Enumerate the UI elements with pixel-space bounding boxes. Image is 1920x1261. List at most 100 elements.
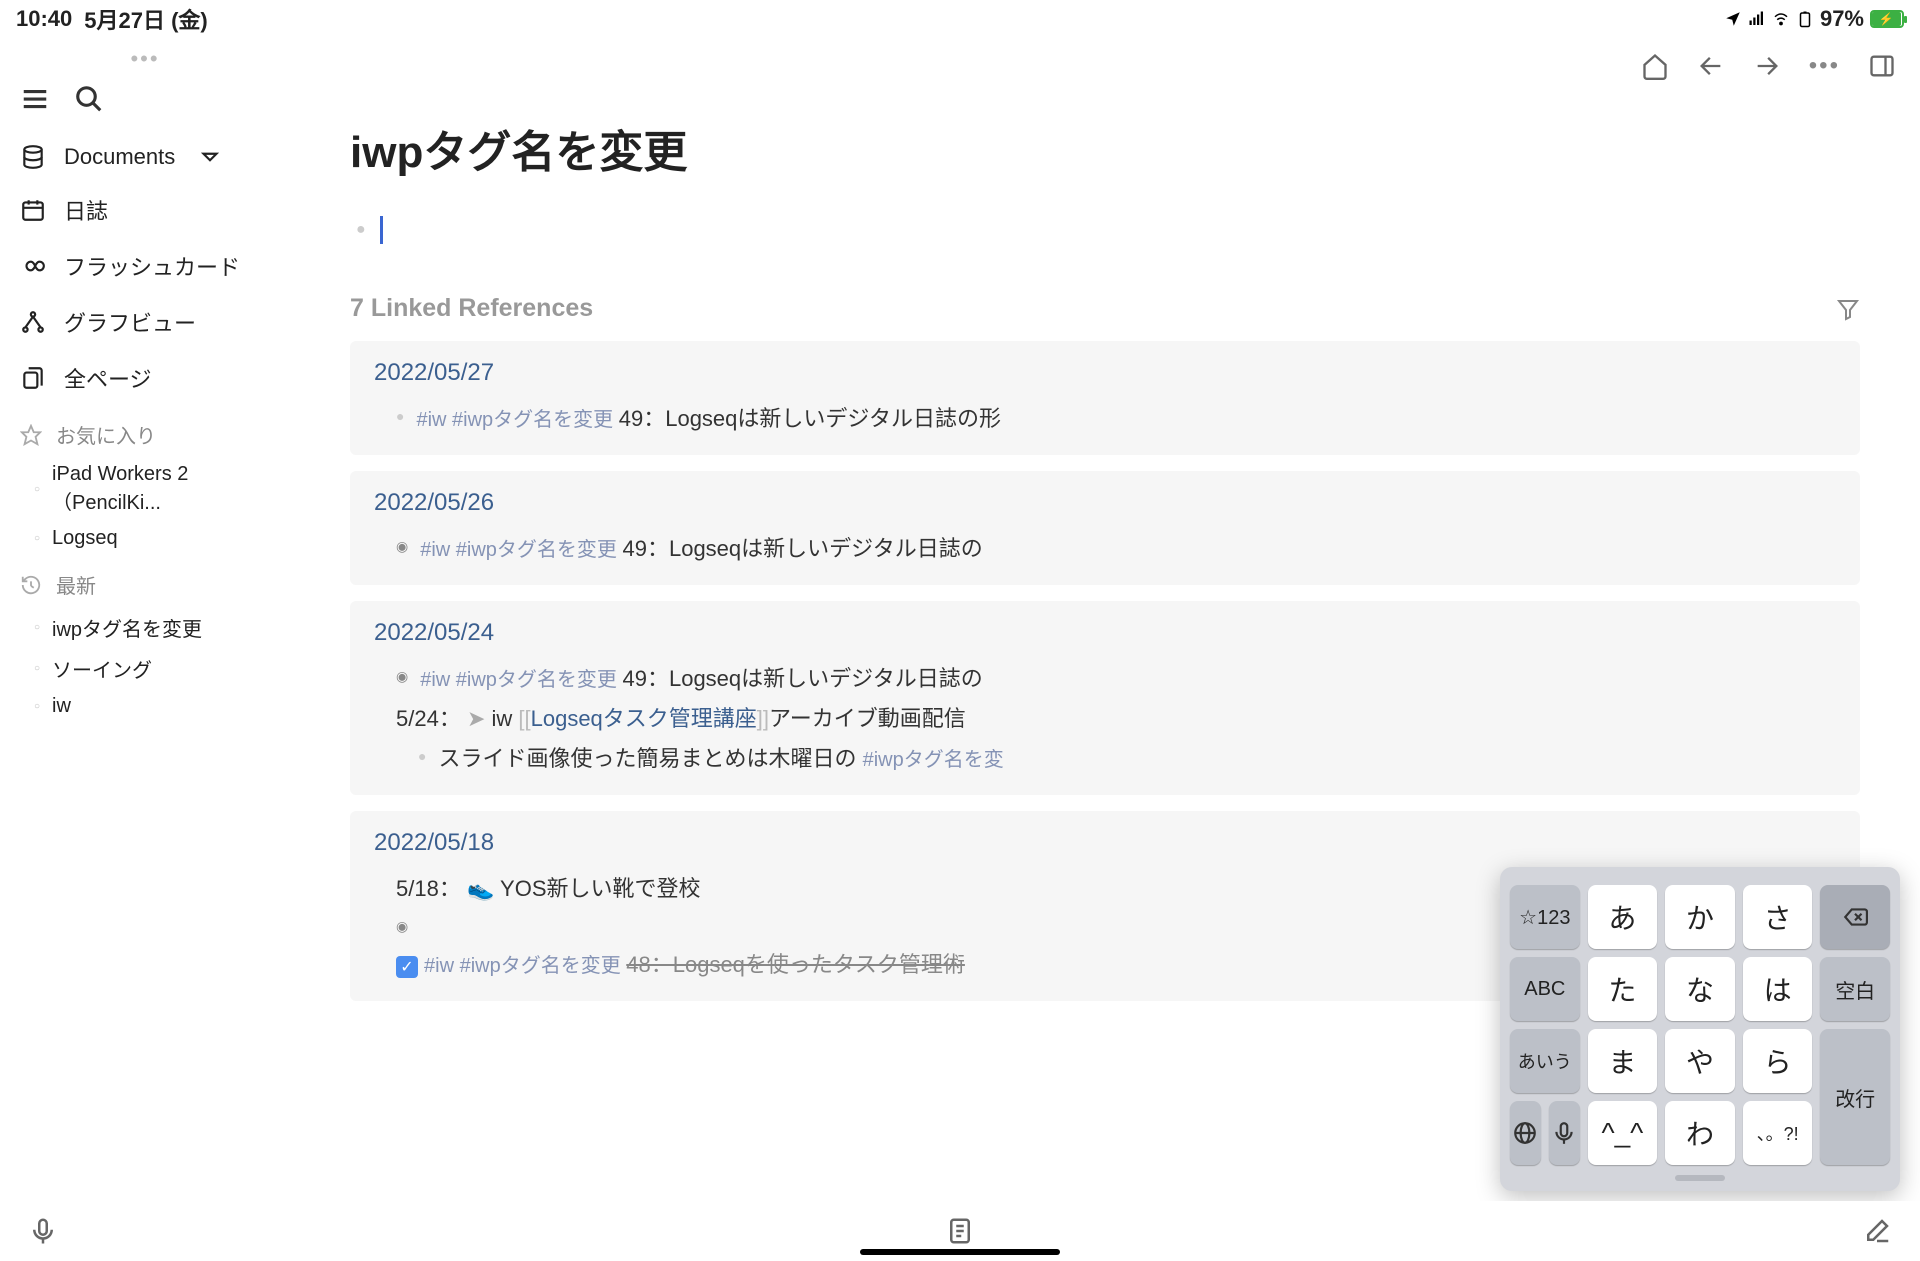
refs-header: 7 Linked References <box>350 294 1860 323</box>
tag-link[interactable]: #iwpタグ名を変 <box>863 749 1004 771</box>
favorites-header[interactable]: お気に入り <box>0 406 290 457</box>
key-ha[interactable]: は <box>1743 957 1813 1021</box>
bottom-bar <box>0 1201 1920 1261</box>
ref-card[interactable]: 2022/05/24 ◉ #iw #iwpタグ名を変更 49：Logseqは新しいデ… <box>350 601 1860 795</box>
shoe-icon: 👟 <box>467 876 500 901</box>
compose-icon[interactable] <box>1862 1216 1892 1246</box>
key-ka[interactable]: か <box>1665 885 1735 949</box>
key-a[interactable]: あ <box>1588 885 1658 949</box>
key-mode-123[interactable]: ☆123 <box>1510 885 1580 949</box>
nav-label: 日誌 <box>64 194 108 226</box>
ref-line[interactable]: ●スライド画像使った簡易まとめは木曜日の #iwpタグ名を変 <box>374 737 1836 777</box>
filter-icon[interactable] <box>1836 297 1860 321</box>
key-ya[interactable]: や <box>1665 1029 1735 1093</box>
nav-documents[interactable]: Documents <box>0 132 290 182</box>
ref-date[interactable]: 2022/05/27 <box>374 359 1836 387</box>
ref-text: 49：Logseqは新しいデジタル日誌の <box>623 536 983 561</box>
ref-line[interactable]: ◉#iw #iwpタグ名を変更 49：Logseqは新しいデジタル日誌の <box>374 527 1836 567</box>
recent-header[interactable]: 最新 <box>0 556 290 607</box>
database-icon <box>20 144 46 170</box>
key-return[interactable]: 改行 <box>1820 1029 1890 1165</box>
ref-date[interactable]: 2022/05/18 <box>374 829 1836 857</box>
status-right: 97% ⚡ <box>1724 6 1904 32</box>
ref-card[interactable]: 2022/05/27●#iw #iwpタグ名を変更 49：Logseqは新しいデ… <box>350 341 1860 455</box>
recent-item[interactable]: ○ソーイング <box>0 648 290 689</box>
key-emoji[interactable]: ^_^ <box>1588 1101 1658 1165</box>
bullet-dot-icon: ● <box>418 748 426 764</box>
tag-link[interactable]: #iwpタグ名を変更 <box>456 539 623 561</box>
panel-icon[interactable] <box>1868 52 1896 80</box>
recent-item[interactable]: ○iwpタグ名を変更 <box>0 607 290 648</box>
more-icon[interactable]: ••• <box>1809 52 1840 80</box>
key-ma[interactable]: ま <box>1588 1029 1658 1093</box>
nav-graph[interactable]: グラフビュー <box>0 294 290 350</box>
ref-text: 5/24： <box>396 706 467 731</box>
ref-date[interactable]: 2022/05/24 <box>374 619 1836 647</box>
tag-link[interactable]: #iw <box>420 669 456 691</box>
page-link[interactable]: Logseqタスク管理講座 <box>531 706 757 731</box>
recent-item[interactable]: ○iw <box>0 689 290 724</box>
status-bar: 10:40 5月27日 (金) 97% ⚡ <box>0 0 1920 38</box>
favorite-item[interactable]: ○Logseq <box>0 521 290 556</box>
tag-link[interactable]: #iwpタグ名を変更 <box>452 409 619 431</box>
key-sa[interactable]: さ <box>1743 885 1813 949</box>
keyboard-handle[interactable] <box>1675 1175 1725 1181</box>
key-space[interactable]: 空白 <box>1820 957 1890 1021</box>
key-ra[interactable]: ら <box>1743 1029 1813 1093</box>
tag-link[interactable]: #iw <box>420 539 456 561</box>
infinity-icon <box>20 253 46 279</box>
forward-icon[interactable] <box>1753 52 1781 80</box>
key-ta[interactable]: た <box>1588 957 1658 1021</box>
toolbar: ••• <box>290 38 1920 94</box>
refs-title[interactable]: 7 Linked References <box>350 294 593 323</box>
battery-percent: 97% <box>1820 6 1864 32</box>
nav-journal[interactable]: 日誌 <box>0 182 290 238</box>
empty-bullet[interactable]: ● <box>350 216 1860 244</box>
key-mode-kana[interactable]: あいう <box>1510 1029 1580 1093</box>
software-keyboard[interactable]: ☆123あかさ ABCたなは空白あいうまやら改行 ^_^わ、。?! <box>1500 867 1900 1191</box>
key-mic[interactable] <box>1549 1101 1580 1165</box>
star-icon <box>20 424 42 446</box>
text-cursor <box>380 216 383 244</box>
menu-icon[interactable] <box>20 84 50 114</box>
key-punct[interactable]: 、。?! <box>1743 1101 1813 1165</box>
battery-indicator: ⚡ <box>1870 10 1904 28</box>
ref-line[interactable]: 5/24： ➤ iw [[Logseqタスク管理講座]]アーカイブ動画配信 <box>374 697 1836 737</box>
tag-link[interactable]: #iwpタグ名を変更 <box>456 669 623 691</box>
favorite-item[interactable]: ○iPad Workers 2（PencilKi... <box>0 457 290 521</box>
ref-date[interactable]: 2022/05/26 <box>374 489 1836 517</box>
key-globe[interactable] <box>1510 1101 1541 1165</box>
mic-icon[interactable] <box>28 1216 58 1246</box>
ref-text: 48：Logseqを使ったタスク管理術 <box>626 952 965 977</box>
status-date: 5月27日 (金) <box>84 3 207 35</box>
cellular-icon <box>1748 10 1766 28</box>
search-icon[interactable] <box>74 84 104 114</box>
bullet-dot-icon: ◉ <box>396 668 408 685</box>
nav-label: フラッシュカード <box>64 250 240 282</box>
key-mode-abc[interactable]: ABC <box>1510 957 1580 1021</box>
page-title: iwpタグ名を変更 <box>350 116 1860 180</box>
ref-line[interactable]: ●#iw #iwpタグ名を変更 49：Logseqは新しいデジタル日誌の形 <box>374 397 1836 437</box>
ref-line[interactable]: ◉ #iw #iwpタグ名を変更 49：Logseqは新しいデジタル日誌の <box>374 657 1836 697</box>
back-icon[interactable] <box>1697 52 1725 80</box>
ref-text: 49：Logseqは新しいデジタル日誌の <box>623 666 983 691</box>
tag-link[interactable]: #iw <box>416 409 452 431</box>
sidebar: ••• Documents 日誌 フラッシュカード グラフビュー 全ページ <box>0 38 290 1201</box>
bullet-dot-icon: ● <box>396 408 404 424</box>
tag-link[interactable]: #iw #iwpタグ名を変更 <box>424 955 626 977</box>
status-time: 10:40 <box>16 6 72 32</box>
location-icon <box>1724 10 1742 28</box>
nav-label: 全ページ <box>64 362 152 394</box>
key-na[interactable]: な <box>1665 957 1735 1021</box>
nav-allpages[interactable]: 全ページ <box>0 350 290 406</box>
checkbox-icon[interactable]: ✓ <box>396 956 418 978</box>
key-wa[interactable]: わ <box>1665 1101 1735 1165</box>
key-backspace[interactable] <box>1820 885 1890 949</box>
nav-flashcard[interactable]: フラッシュカード <box>0 238 290 294</box>
calendar-icon <box>20 197 46 223</box>
home-icon[interactable] <box>1641 52 1669 80</box>
drag-handle[interactable]: ••• <box>0 42 290 76</box>
ref-card[interactable]: 2022/05/26 ◉#iw #iwpタグ名を変更 49：Logseqは新しいデ… <box>350 471 1860 585</box>
document-icon[interactable] <box>945 1216 975 1246</box>
home-indicator[interactable] <box>860 1249 1060 1255</box>
